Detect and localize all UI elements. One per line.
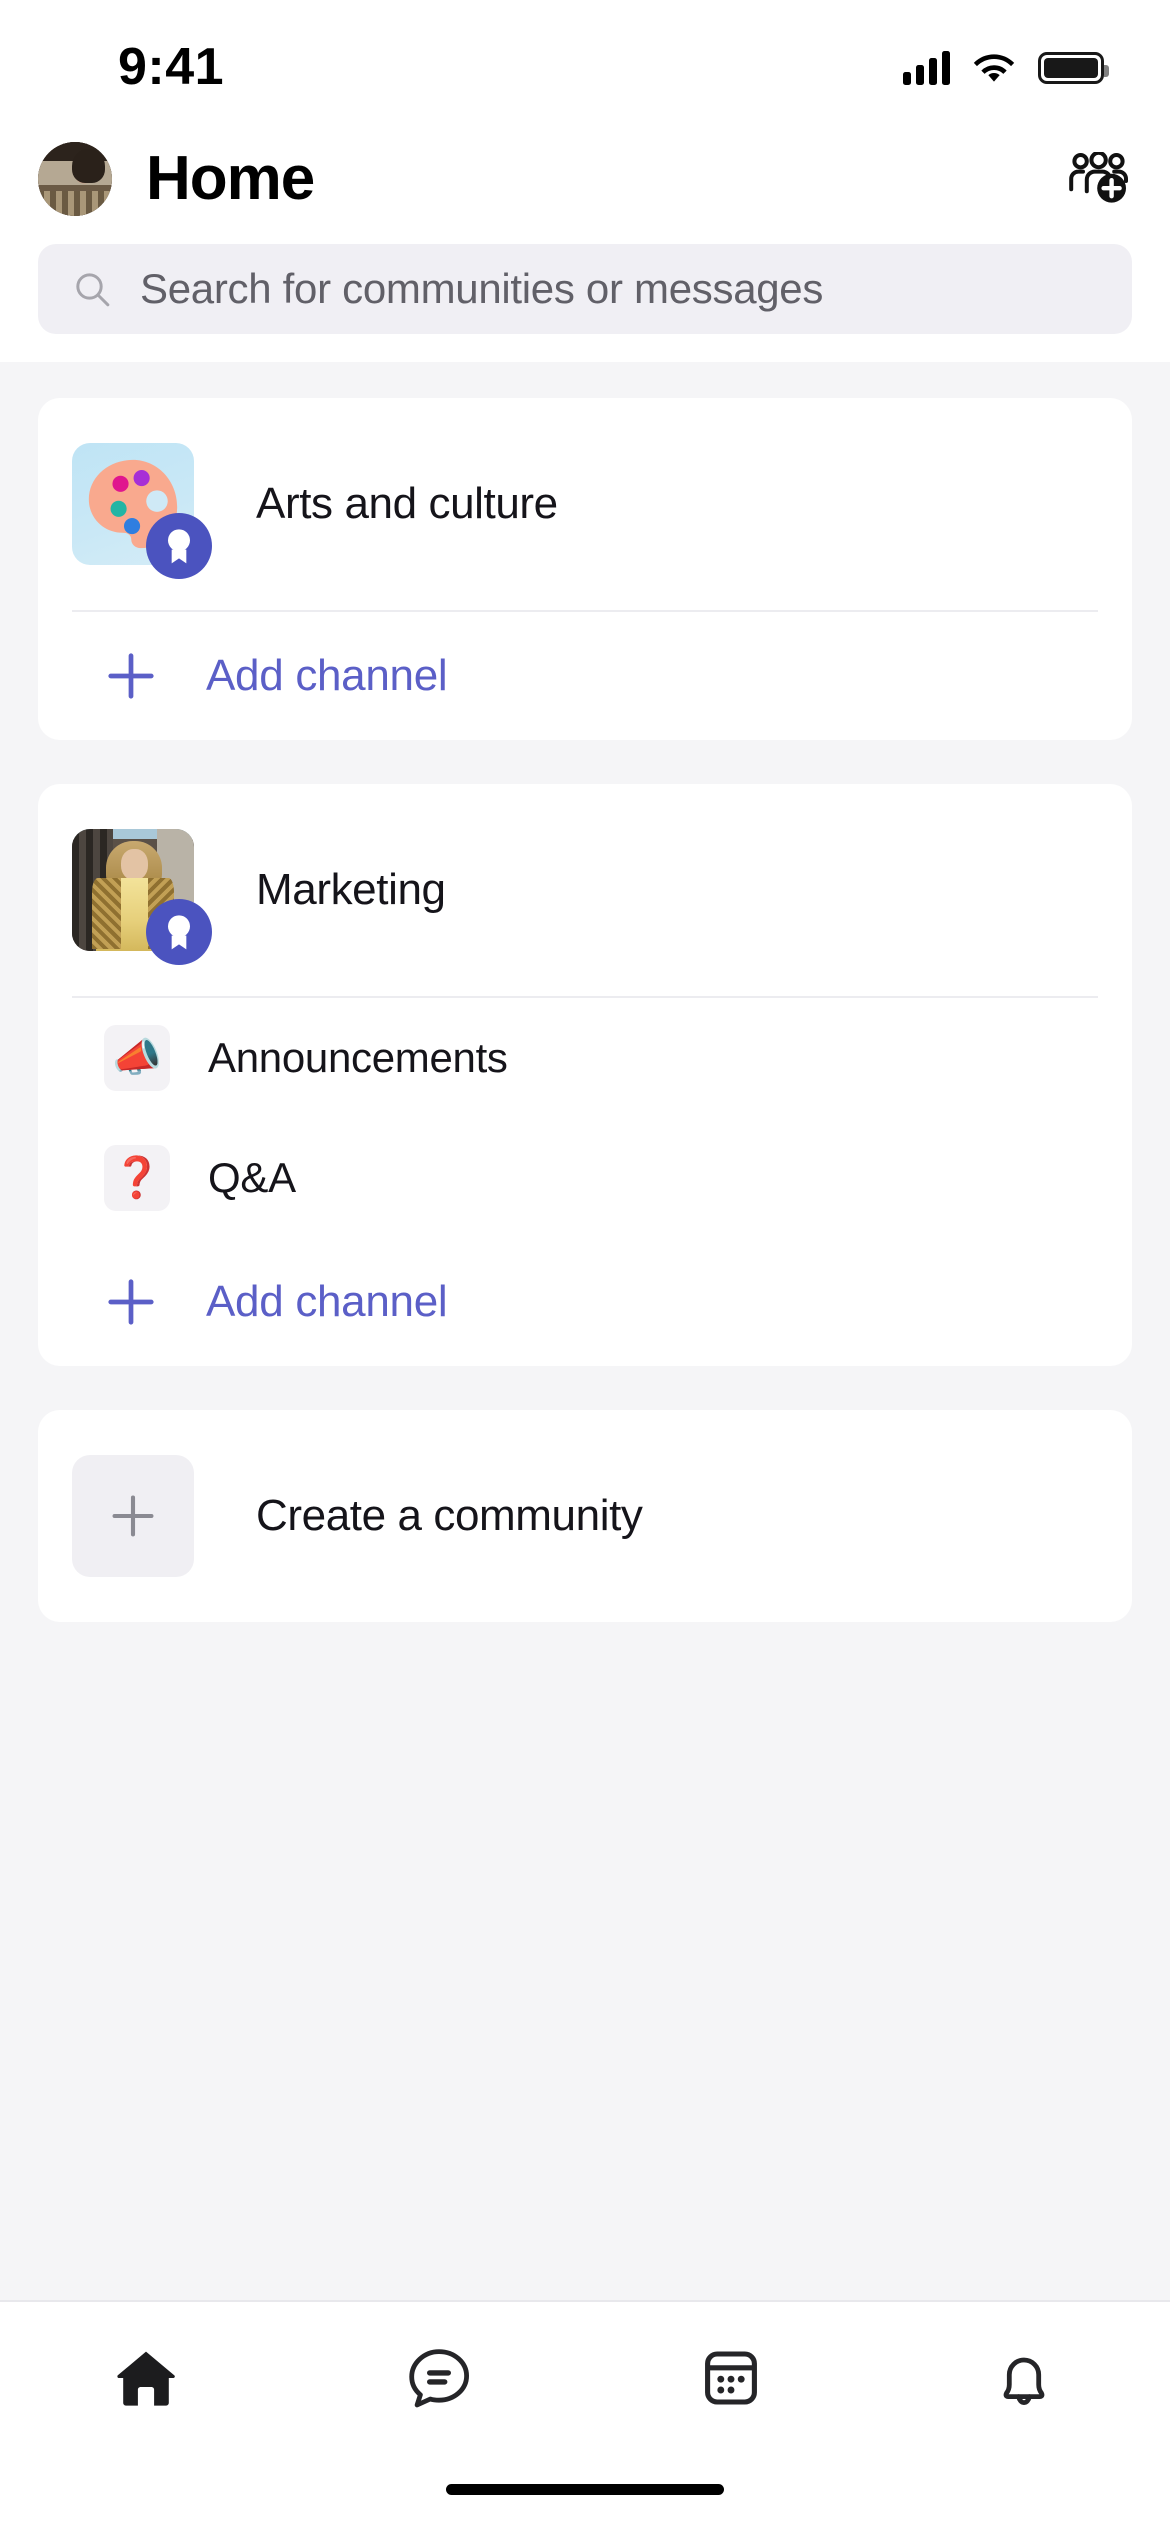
community-owner-badge <box>146 513 212 579</box>
tab-chat[interactable] <box>293 2330 586 2426</box>
community-card: Marketing 📣 Announcements ❓ Q&A Add chan… <box>38 784 1132 1366</box>
wifi-icon <box>973 54 1015 82</box>
create-community-card[interactable]: Create a community <box>38 1410 1132 1622</box>
app-header: Home <box>0 120 1170 238</box>
community-owner-badge <box>146 899 212 965</box>
cellular-signal-icon <box>903 51 950 85</box>
plus-icon <box>108 653 154 699</box>
status-bar-icons <box>903 51 1109 85</box>
add-channel-label: Add channel <box>206 1277 448 1326</box>
plus-icon <box>112 1495 154 1537</box>
channel-name: Q&A <box>208 1154 296 1201</box>
community-row-arts[interactable]: Arts and culture <box>38 398 1132 610</box>
community-avatar <box>72 829 212 965</box>
tab-calendar[interactable] <box>585 2330 878 2426</box>
search-icon <box>76 273 110 307</box>
home-indicator-bar <box>446 2484 724 2495</box>
avatar[interactable] <box>38 142 112 216</box>
channel-row-qa[interactable]: ❓ Q&A <box>38 1118 1132 1238</box>
bottom-tab-bar <box>0 2300 1170 2480</box>
search-placeholder: Search for communities or messages <box>140 265 824 312</box>
calendar-icon <box>705 2351 758 2405</box>
community-name: Marketing <box>256 865 446 914</box>
page-title: Home <box>146 144 315 213</box>
add-people-icon[interactable] <box>1068 152 1130 206</box>
add-channel-button-marketing[interactable]: Add channel <box>38 1238 1132 1366</box>
community-name: Arts and culture <box>256 479 558 528</box>
create-community-label: Create a community <box>256 1491 643 1540</box>
status-bar-time: 9:41 <box>118 38 225 96</box>
create-community-tile <box>72 1455 194 1577</box>
tab-activity[interactable] <box>878 2330 1170 2426</box>
community-row-marketing[interactable]: Marketing <box>38 784 1132 996</box>
megaphone-emoji-icon: 📣 <box>104 1025 170 1091</box>
chat-bubble-icon <box>409 2349 469 2408</box>
app-screen: 9:41 Home Search for communities or mess… <box>0 0 1170 2532</box>
home-indicator-area <box>0 2480 1170 2532</box>
question-mark-emoji-icon: ❓ <box>104 1145 170 1211</box>
search-section: Search for communities or messages <box>0 238 1170 362</box>
home-icon <box>117 2351 176 2406</box>
content-area: Arts and culture Add channel Marketing 📣… <box>0 362 1170 2300</box>
create-community-row[interactable]: Create a community <box>38 1410 1132 1622</box>
award-medal-icon <box>168 915 190 950</box>
channel-name: Announcements <box>208 1034 508 1081</box>
bell-icon <box>1003 2357 1045 2406</box>
award-medal-icon <box>168 529 190 564</box>
tab-home[interactable] <box>0 2330 293 2426</box>
add-channel-button-arts[interactable]: Add channel <box>38 612 1132 740</box>
search-input[interactable]: Search for communities or messages <box>38 244 1132 334</box>
plus-icon <box>108 1279 154 1325</box>
battery-full-icon <box>1038 52 1109 84</box>
community-card: Arts and culture Add channel <box>38 398 1132 740</box>
channel-row-announcements[interactable]: 📣 Announcements <box>38 998 1132 1118</box>
community-avatar <box>72 443 212 579</box>
add-channel-label: Add channel <box>206 651 448 700</box>
status-bar: 9:41 <box>0 0 1170 120</box>
